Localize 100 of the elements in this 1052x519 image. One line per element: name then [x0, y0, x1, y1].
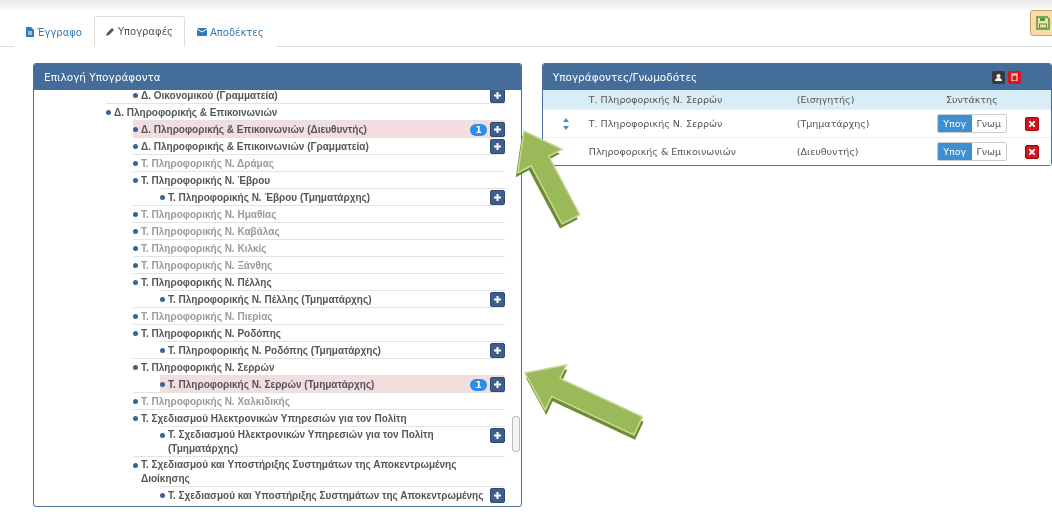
scrollbar-thumb[interactable]: [511, 416, 520, 452]
bullet-icon: [160, 433, 165, 438]
bullet-icon: [133, 246, 138, 251]
add-button[interactable]: [489, 190, 505, 205]
plus-icon: [493, 194, 501, 201]
trash-icon: [1011, 73, 1018, 81]
plus-icon: [493, 381, 501, 388]
tree-item[interactable]: Δ. Πληροφορικής & Επικοινωνιών (Γραμματεία): [133, 137, 505, 154]
bullet-icon: [133, 331, 138, 336]
bullet-icon: [133, 280, 138, 285]
bullet-icon: [133, 144, 138, 149]
tree-item-label: Τ. Σχεδιασμού Ηλεκτρονικών Υπηρεσιών για τον Πολίτη: [141, 411, 408, 426]
table-cell-text: (Τμηματάρχης): [796, 118, 871, 129]
bullet-icon: [160, 493, 165, 498]
plus-icon: [493, 432, 501, 439]
bullet-icon: [133, 127, 138, 132]
tree-item-label: Τ. Πληροφορικής Ν. Ροδόπης: [141, 326, 283, 341]
sort-icon[interactable]: [562, 117, 569, 130]
remove-button[interactable]: [1024, 116, 1039, 131]
user-button[interactable]: [992, 70, 1005, 84]
bullet-icon: [160, 348, 165, 353]
envelope-icon: [196, 28, 207, 36]
bullet-icon: [133, 93, 138, 98]
plus-icon: [493, 296, 501, 303]
tree-item-label: Τ. Πληροφορικής Ν. Σερρών (Τμηματάρχης): [168, 377, 376, 392]
add-button[interactable]: [489, 292, 505, 307]
header-cell-text: Συντάκτης: [944, 94, 999, 105]
bullet-icon: [133, 212, 138, 217]
tree-item[interactable]: Τ. Σχεδιασμού και Υποστήριξης Συστημάτων της Αποκεντρωμένης Διοίκησης: [133, 456, 505, 486]
save-icon: [1036, 16, 1050, 30]
bullet-icon: [133, 314, 138, 319]
bullet-icon: [106, 110, 111, 115]
header-cell-text: (Εισηγητής): [796, 94, 856, 105]
panel-title: Υπογράφοντες/Γνωμοδότες: [552, 71, 698, 83]
tree-item[interactable]: Τ. Πληροφορικής Ν. Έβρου (Τμηματάρχης): [160, 188, 505, 205]
tree-item[interactable]: Δ. Πληροφορικής & Επικοινωνιών (Διευθυντής) 1: [133, 120, 505, 137]
tree-item[interactable]: Τ. Πληροφορικής Ν. Έβρου: [133, 171, 505, 188]
tree-item-label: Δ. Οικονομικού (Γραμματεία): [141, 90, 279, 103]
tree-item-label: Δ. Πληροφορικής & Επικοινωνιών: [114, 105, 279, 120]
bullet-icon: [160, 195, 165, 200]
tree-item-label: Τ. Πληροφορικής Ν. Χαλκιδικής: [141, 394, 291, 409]
tree-item-label: Τ. Πληροφορικής Ν. Σερρών: [141, 360, 276, 375]
remove-button[interactable]: [1024, 144, 1039, 159]
tree-item[interactable]: Τ. Πληροφορικής Ν. Σερρών (Τμηματάρχης) 1: [160, 375, 505, 392]
bullet-icon: [160, 382, 165, 387]
tree-item[interactable]: Τ. Σχεδιασμού Ηλεκτρονικών Υπηρεσιών για τον Πολίτη: [133, 409, 505, 426]
save-button[interactable]: [1030, 10, 1052, 36]
tree-item[interactable]: Τ. Σχεδιασμού και Υποστήριξης Συστημάτων της Αποκεντρωμένης: [160, 486, 505, 503]
table-cell-text: Πληροφορικής & Επικοινωνιών: [588, 146, 737, 157]
tree-item-label: Τ. Πληροφορικής Ν. Πέλλης: [141, 275, 273, 290]
table-cell-text: (Διευθυντής): [796, 146, 860, 157]
tab[interactable]: Υπογραφές: [93, 16, 185, 47]
tree-item-label: Τ. Πληροφορικής Ν. Ροδόπης (Τμηματάρχης): [168, 343, 382, 358]
tree-item-label: Τ. Πληροφορικής Ν. Έβρου (Τμηματάρχης): [168, 190, 372, 205]
tree-item[interactable]: Τ. Πληροφορικής Ν. Πέλλης: [133, 273, 505, 290]
tree-item-label: Τ. Πληροφορικής Ν. Ημαθίας: [141, 207, 278, 222]
bullet-icon: [133, 399, 138, 404]
add-button[interactable]: [489, 122, 505, 137]
tree-item-label: Τ. Πληροφορικής Ν. Έβρου: [141, 173, 272, 188]
tree-item-label: Δ. Πληροφορικής & Επικοινωνιών (Γραμματεία): [141, 139, 370, 154]
bullet-icon: [133, 416, 138, 421]
add-button[interactable]: [489, 488, 505, 503]
bullet-icon: [133, 229, 138, 234]
bullet-icon: [160, 297, 165, 302]
tree-item-label: Τ. Πληροφορικής Ν. Κιλκίς: [141, 241, 268, 256]
document-icon: [26, 27, 34, 37]
plus-icon: [493, 492, 501, 499]
count-badge: 1: [470, 378, 487, 391]
close-icon: [1028, 148, 1035, 155]
close-icon: [1028, 120, 1035, 127]
add-button[interactable]: [489, 139, 505, 154]
plus-icon: [493, 126, 501, 133]
add-button[interactable]: [489, 343, 505, 358]
delete-all-button[interactable]: [1008, 70, 1021, 84]
plus-icon: [493, 347, 501, 354]
tree-item[interactable]: Δ. Οικονομικού (Γραμματεία): [133, 90, 505, 103]
tree-item-label: Τ. Σχεδιασμού Ηλεκτρονικών Υπηρεσιών για τον Πολίτη (Τμηματάρχης): [168, 428, 435, 456]
tree-item-label: Τ. Σχεδιασμού και Υποστήριξης Συστημάτων της Αποκεντρωμένης: [168, 488, 485, 503]
tree-item[interactable]: Τ. Σχεδιασμού Ηλεκτρονικών Υπηρεσιών για τον Πολίτη (Τμηματάρχης): [160, 426, 505, 456]
table-cell-text: Τ. Πληροφορικής Ν. Σερρών: [588, 118, 724, 129]
pencil-icon: [105, 27, 115, 36]
tree-item-label: Τ. Πληροφορικής Ν. Πέλλης (Τμηματάρχης): [168, 292, 373, 307]
user-icon: [995, 73, 1002, 81]
tree-item[interactable]: Τ. Πληροφορικής Ν. Πέλλης (Τμηματάρχης): [160, 290, 505, 307]
bullet-icon: [133, 463, 138, 468]
bullet-icon: [133, 178, 138, 183]
tree-item[interactable]: Τ. Πληροφορικής Ν. Ροδόπης (Τμηματάρχης): [160, 341, 505, 358]
add-button[interactable]: [489, 428, 505, 443]
add-button[interactable]: [489, 377, 505, 392]
bullet-icon: [133, 161, 138, 166]
tree-item-label: Δ. Πληροφορικής & Επικοινωνιών (Διευθυντής): [141, 122, 368, 137]
plus-icon: [493, 92, 501, 99]
tree-item-label: Τ. Πληροφορικής Ν. Πιερίας: [141, 309, 274, 324]
tree-item[interactable]: Τ. Πληροφορικής Ν. Ροδόπης: [133, 324, 505, 341]
add-button[interactable]: [489, 90, 505, 103]
tree-item-label: Τ. Σχεδιασμού και Υποστήριξης Συστημάτων της Αποκεντρωμένης Διοίκησης: [141, 458, 458, 486]
bullet-icon: [133, 365, 138, 370]
header-cell-text: Τ. Πληροφορικής Ν. Σερρών: [588, 94, 724, 105]
plus-icon: [493, 143, 501, 150]
tree-item-label: Τ. Πληροφορικής Ν. Καβάλας: [141, 224, 281, 239]
